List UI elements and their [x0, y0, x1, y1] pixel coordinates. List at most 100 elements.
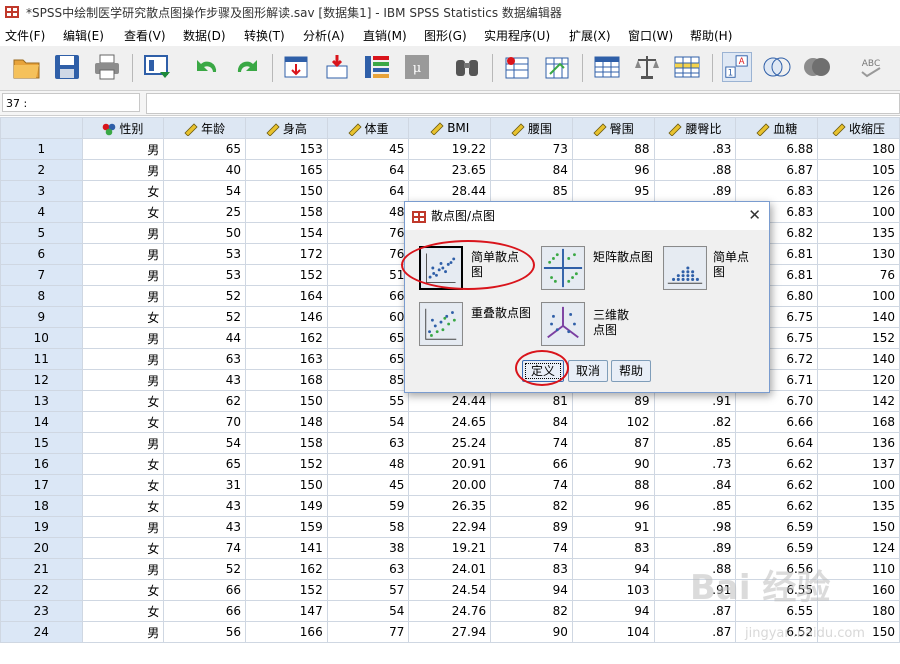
data-cell[interactable]: 38: [326, 537, 410, 559]
data-cell[interactable]: 100: [817, 474, 900, 496]
data-cell[interactable]: .84: [653, 474, 737, 496]
insert-variable-icon[interactable]: [542, 52, 572, 82]
data-cell[interactable]: 85: [326, 369, 410, 391]
data-cell[interactable]: 152: [817, 327, 900, 349]
row-number[interactable]: 8: [0, 285, 83, 307]
data-cell[interactable]: .82: [653, 411, 737, 433]
data-cell[interactable]: 女: [81, 201, 165, 223]
menu-help[interactable]: 帮助(H): [690, 27, 732, 44]
data-cell[interactable]: 62: [163, 390, 246, 412]
row-number[interactable]: 5: [0, 222, 83, 244]
help-button[interactable]: 帮助: [611, 360, 651, 382]
data-cell[interactable]: 20.91: [408, 453, 492, 475]
data-cell[interactable]: 90: [490, 621, 573, 643]
data-cell[interactable]: 135: [817, 495, 900, 517]
row-number[interactable]: 17: [0, 474, 83, 496]
data-cell[interactable]: 150: [244, 180, 328, 202]
data-cell[interactable]: 19.22: [408, 138, 492, 160]
data-cell[interactable]: 23.65: [408, 159, 492, 181]
recall-dialog-icon[interactable]: [142, 52, 172, 82]
data-cell[interactable]: 女: [81, 495, 165, 517]
data-cell[interactable]: 180: [817, 138, 900, 160]
data-cell[interactable]: 74: [490, 537, 573, 559]
data-cell[interactable]: 142: [817, 390, 900, 412]
spell-check-icon[interactable]: ABC: [856, 52, 886, 82]
data-cell[interactable]: 100: [817, 201, 900, 223]
data-cell[interactable]: 男: [81, 516, 165, 538]
data-cell[interactable]: 90: [571, 453, 655, 475]
data-cell[interactable]: .89: [653, 537, 737, 559]
data-cell[interactable]: 96: [571, 159, 655, 181]
data-cell[interactable]: 149: [244, 495, 328, 517]
menu-utilities[interactable]: 实用程序(U): [484, 27, 550, 44]
data-cell[interactable]: 137: [817, 453, 900, 475]
data-cell[interactable]: 54: [163, 180, 246, 202]
data-cell[interactable]: 100: [817, 285, 900, 307]
data-cell[interactable]: 女: [81, 537, 165, 559]
data-cell[interactable]: 158: [244, 201, 328, 223]
select-cases-icon[interactable]: [672, 52, 702, 82]
option-3d-scatter[interactable]: 三维散点图: [541, 302, 657, 348]
data-cell[interactable]: 130: [817, 243, 900, 265]
data-cell[interactable]: .88: [653, 159, 737, 181]
menu-transform[interactable]: 转换(T): [244, 27, 285, 44]
data-cell[interactable]: 女: [81, 474, 165, 496]
data-cell[interactable]: 女: [81, 453, 165, 475]
data-cell[interactable]: 25: [163, 201, 246, 223]
menu-edit[interactable]: 编辑(E): [63, 27, 104, 44]
data-cell[interactable]: 120: [817, 369, 900, 391]
data-cell[interactable]: 168: [817, 411, 900, 433]
data-cell[interactable]: 70: [163, 411, 246, 433]
data-cell[interactable]: 54: [326, 600, 410, 622]
data-cell[interactable]: 48: [326, 453, 410, 475]
menu-file[interactable]: 文件(F): [5, 27, 45, 44]
data-cell[interactable]: .85: [653, 495, 737, 517]
data-cell[interactable]: 148: [244, 411, 328, 433]
row-number[interactable]: 21: [0, 558, 83, 580]
data-cell[interactable]: 54: [163, 432, 246, 454]
data-cell[interactable]: 63: [163, 348, 246, 370]
redo-icon[interactable]: [232, 52, 262, 82]
data-cell[interactable]: 141: [244, 537, 328, 559]
data-cell[interactable]: 27.94: [408, 621, 492, 643]
row-number[interactable]: 16: [0, 453, 83, 475]
value-labels-icon[interactable]: A 1: [722, 52, 752, 82]
column-header[interactable]: 年龄: [163, 117, 246, 139]
data-cell[interactable]: 140: [817, 348, 900, 370]
data-cell[interactable]: 6.59: [735, 537, 819, 559]
split-file-icon[interactable]: [592, 52, 622, 82]
goto-variable-icon[interactable]: [322, 52, 352, 82]
data-cell[interactable]: 64: [326, 159, 410, 181]
print-icon[interactable]: [92, 52, 122, 82]
data-cell[interactable]: 83: [571, 537, 655, 559]
menu-window[interactable]: 窗口(W): [628, 27, 673, 44]
column-header[interactable]: 收缩压: [817, 117, 900, 139]
insert-cases-icon[interactable]: [502, 52, 532, 82]
data-cell[interactable]: 82: [490, 495, 573, 517]
data-cell[interactable]: 女: [81, 306, 165, 328]
data-cell[interactable]: .89: [653, 180, 737, 202]
data-cell[interactable]: 95: [571, 180, 655, 202]
data-cell[interactable]: 162: [244, 327, 328, 349]
option-overlay-scatter[interactable]: 重叠散点图: [419, 302, 535, 348]
row-number[interactable]: 24: [0, 621, 83, 643]
data-cell[interactable]: 52: [163, 558, 246, 580]
data-cell[interactable]: 53: [163, 264, 246, 286]
data-cell[interactable]: 65: [326, 348, 410, 370]
data-cell[interactable]: 女: [81, 411, 165, 433]
row-number[interactable]: 18: [0, 495, 83, 517]
data-cell[interactable]: 女: [81, 579, 165, 601]
row-number[interactable]: 10: [0, 327, 83, 349]
find-binoculars-icon[interactable]: [452, 52, 482, 82]
option-simple-dot[interactable]: 简单点图: [663, 246, 763, 292]
data-cell[interactable]: 94: [571, 558, 655, 580]
data-cell[interactable]: 126: [817, 180, 900, 202]
data-cell[interactable]: 59: [326, 495, 410, 517]
data-cell[interactable]: 6.59: [735, 516, 819, 538]
data-cell[interactable]: 105: [817, 159, 900, 181]
data-cell[interactable]: 57: [326, 579, 410, 601]
data-cell[interactable]: 24.65: [408, 411, 492, 433]
data-cell[interactable]: 159: [244, 516, 328, 538]
data-cell[interactable]: 162: [244, 558, 328, 580]
data-cell[interactable]: 150: [244, 390, 328, 412]
